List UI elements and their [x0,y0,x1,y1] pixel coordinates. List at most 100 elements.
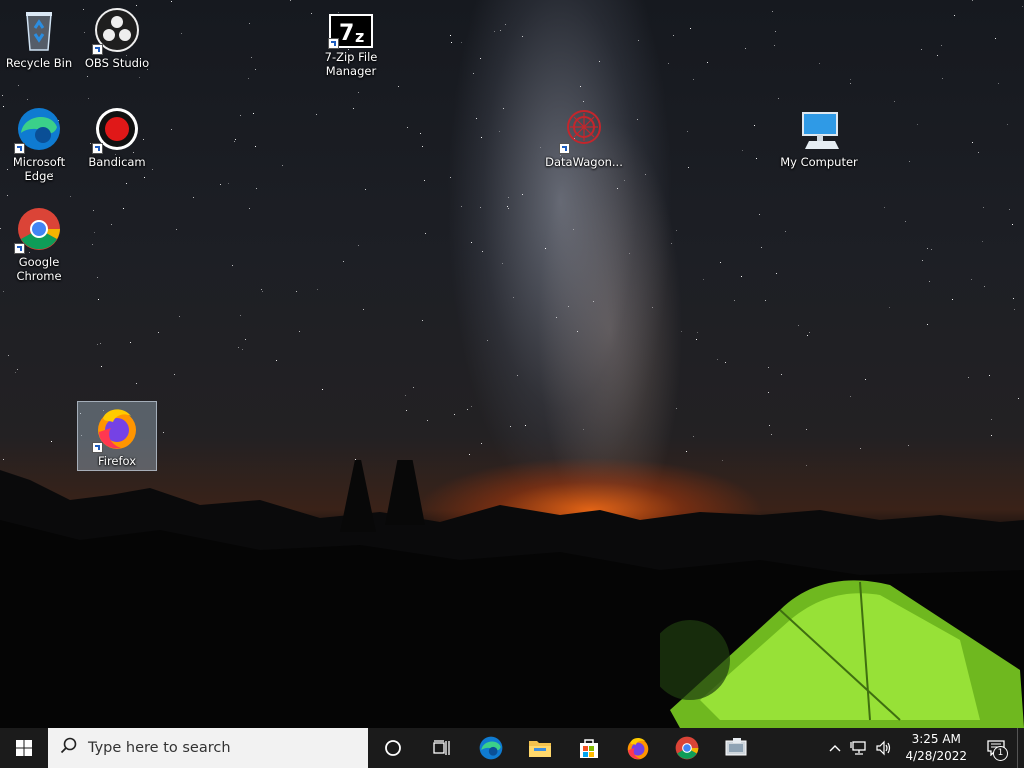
star [807,335,808,336]
star [425,233,426,234]
star [734,300,735,301]
star [775,31,776,32]
star [476,118,477,119]
firefox-label: Firefox [97,454,137,468]
seven-zip-label: 7-Zip File Manager [324,50,378,78]
bandicam-label: Bandicam [88,155,146,169]
star [703,279,704,280]
taskbar-chrome-button[interactable] [662,728,711,768]
clock-time: 3:25 AM [911,732,961,746]
desktop-wallpaper[interactable]: Recycle Bin OBS Studio 7z 7-Zip File Man… [0,0,1024,728]
star [696,339,697,340]
star [322,389,323,390]
star [687,131,688,132]
action-center-button[interactable]: 1 [975,728,1017,768]
network-button[interactable] [847,728,871,768]
star [681,331,682,332]
star [991,435,992,436]
star [234,141,235,142]
star [473,73,474,74]
taskbar-store-button[interactable] [564,728,613,768]
star [317,289,318,290]
taskbar-app-button[interactable] [711,728,760,768]
star [909,161,910,162]
task-view-button[interactable] [417,728,466,768]
star [580,86,581,87]
star [688,167,689,168]
star [759,214,760,215]
search-icon [60,737,82,759]
star [785,231,786,232]
star [97,344,98,345]
store-icon [579,739,598,758]
shortcut-arrow-icon [92,44,103,55]
star [768,392,769,393]
star [686,451,687,452]
star [276,360,277,361]
star [971,279,972,280]
microsoft-edge-label: Microsoft Edge [12,155,66,183]
search-box[interactable]: Type here to search [48,728,368,768]
star [171,1,172,2]
firefox-icon[interactable]: Firefox [77,401,157,471]
star [991,419,992,420]
show-desktop-button[interactable] [1017,728,1024,768]
star [480,207,481,208]
datawagon-icon[interactable]: DataWagon... [545,105,623,169]
google-chrome-icon[interactable]: Google Chrome [0,205,78,283]
star [929,281,930,282]
bandicam-icon[interactable]: Bandicam [78,105,156,169]
star [480,58,481,59]
star [931,249,932,250]
star [27,99,28,100]
star [989,375,990,376]
star [593,301,594,302]
star [365,189,366,190]
obs-studio-label: OBS Studio [84,56,150,70]
star [405,395,406,396]
star [338,12,339,13]
volume-button[interactable] [871,728,897,768]
star [70,196,71,197]
taskbar-file-explorer-button[interactable] [515,728,564,768]
star [508,197,509,198]
star [983,207,984,208]
clock[interactable]: 3:25 AM 4/28/2022 [897,731,975,765]
microsoft-edge-icon[interactable]: Microsoft Edge [0,105,78,183]
star [637,119,638,120]
seven-zip-icon[interactable]: 7z 7-Zip File Manager [312,14,390,78]
star [193,197,194,198]
star [781,374,782,375]
star [693,79,694,80]
star [51,441,52,442]
show-hidden-icons-button[interactable] [823,728,847,768]
obs-studio-icon[interactable]: OBS Studio [78,6,156,70]
star [413,387,414,388]
star [228,183,229,184]
shortcut-arrow-icon [92,143,103,154]
star [676,230,677,231]
star [469,454,470,455]
star [756,158,757,159]
start-button[interactable] [0,728,48,768]
taskbar-edge-button[interactable] [466,728,515,768]
star [809,332,810,333]
star [358,245,359,246]
star [481,137,482,138]
star [111,224,112,225]
speaker-icon [876,740,891,756]
star [921,49,922,50]
star [3,291,4,292]
star [761,247,762,248]
star [481,443,482,444]
star [545,248,546,249]
taskbar-firefox-button[interactable] [613,728,662,768]
cortana-button[interactable] [368,728,417,768]
star [942,78,943,79]
wallpaper-tent [660,580,1024,728]
my-computer-icon[interactable]: My Computer [780,105,858,169]
star [984,286,985,287]
star [454,414,455,415]
recycle-bin-icon[interactable]: Recycle Bin [0,6,78,70]
star [769,425,770,426]
